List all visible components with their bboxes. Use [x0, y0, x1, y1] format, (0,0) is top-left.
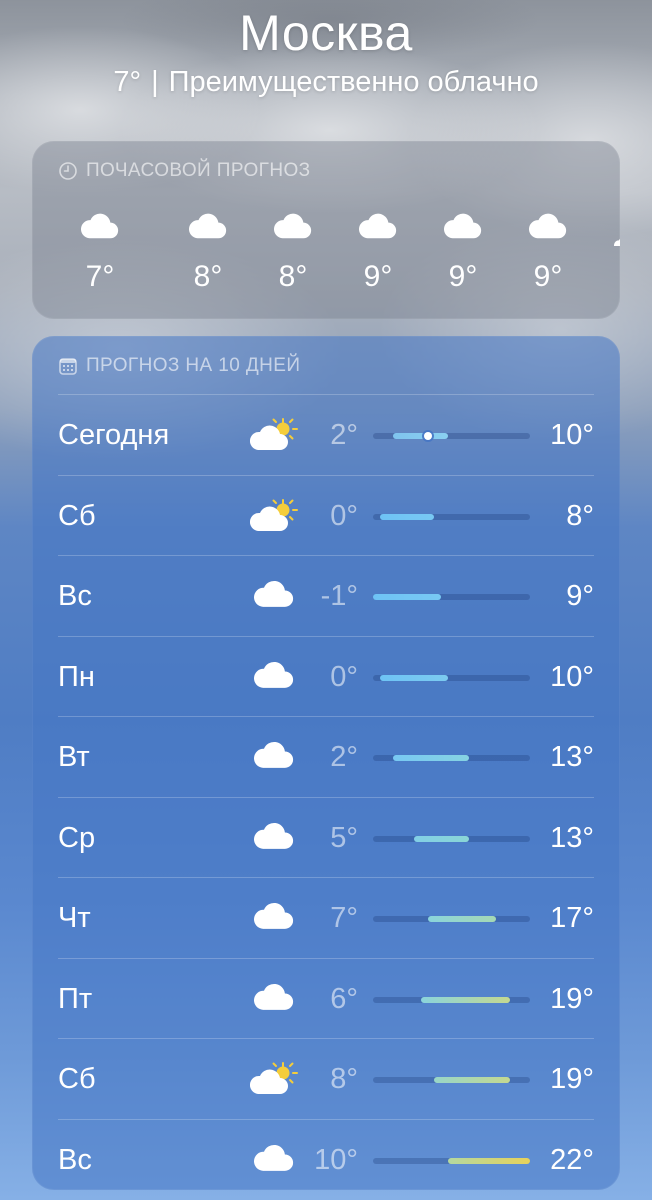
temperature-range-fill — [379, 513, 435, 520]
day-label: Пн — [58, 660, 95, 693]
daily-forecast-row[interactable]: Вт 2° 13° — [58, 716, 594, 797]
high-temperature: 19° — [550, 982, 594, 1015]
hourly-temperature: 9° — [363, 260, 393, 293]
day-label: Пт — [58, 982, 93, 1015]
hourly-temperature: 7° — [85, 260, 115, 293]
hourly-temperature: 9° — [533, 260, 563, 293]
hourly-item: 9° — [423, 203, 503, 295]
temperature-range-fill — [420, 996, 510, 1003]
temperature-range-bar — [373, 1157, 530, 1164]
day-label: Сб — [58, 1063, 96, 1095]
temperature-range-bar — [373, 432, 530, 440]
temperature-range-fill — [379, 674, 449, 681]
temperature-range-bar — [373, 594, 530, 600]
hourly-temperature: 9° — [448, 260, 478, 293]
hourly-forecast-header: ПОЧАСОВОЙ ПРОГНОЗ — [58, 158, 311, 184]
temperature-range-bar — [373, 835, 530, 842]
temperature-range-fill — [434, 1077, 510, 1083]
low-temperature: 8° — [330, 1063, 358, 1095]
low-temperature: 5° — [330, 821, 358, 854]
temperature-range-fill — [448, 1157, 530, 1164]
daily-forecast-row[interactable]: Ср 5° 13° — [58, 796, 594, 878]
day-label: Ср — [58, 821, 96, 854]
hourly-temperature: 8° — [193, 260, 223, 293]
day-label: Вс — [58, 580, 92, 612]
separator: | — [151, 66, 159, 98]
location-header: Москва 7° | Преимущественно облачно — [0, 4, 652, 100]
temperature-range-bar — [373, 996, 530, 1003]
temperature-range-fill — [393, 433, 449, 439]
daily-forecast-row[interactable]: Вс -1° 9° — [58, 555, 594, 636]
daily-forecast-row[interactable]: Пт 6° 19° — [58, 957, 594, 1039]
high-temperature: 10° — [550, 660, 594, 693]
calendar-icon — [58, 356, 78, 376]
cloud-icon — [338, 203, 418, 241]
cloud-icon — [168, 203, 248, 241]
low-temperature: -1° — [320, 580, 358, 612]
daily-forecast-row[interactable]: Сегодня 2° 10° — [58, 394, 594, 475]
high-temperature: 10° — [550, 419, 594, 451]
day-label: Вт — [58, 741, 90, 773]
temperature-range-fill — [373, 594, 442, 600]
daily-forecast-row[interactable]: Пн 0° 10° — [58, 635, 594, 717]
temperature-range-fill — [413, 835, 469, 842]
ten-day-forecast-header: ПРОГНОЗ НА 10 ДНЕЙ — [58, 353, 300, 379]
current-temperature-dot — [423, 432, 432, 440]
city-name: Москва — [239, 5, 413, 61]
high-temperature: 8° — [566, 499, 594, 532]
low-temperature: 0° — [330, 499, 358, 532]
high-temperature: 22° — [550, 1143, 594, 1176]
temperature-range-fill — [393, 755, 469, 761]
hourly-item: 8° — [253, 203, 333, 295]
temperature-range-bar — [373, 674, 530, 681]
low-temperature: 10° — [314, 1143, 358, 1176]
daily-forecast-list: Сегодня 2° 10° Сб 0° 8° Вс -1° 9° Пн 0° 10° Вт 2° 13° С… — [58, 394, 594, 1190]
low-temperature: 2° — [330, 419, 358, 451]
hourly-item: 9° — [508, 203, 588, 295]
current-temperature: 7° — [113, 66, 142, 98]
daily-forecast-row[interactable]: Сб 0° 8° — [58, 474, 594, 556]
hourly-forecast-list[interactable]: 7° 8° 8° 9° 9° 9° — [32, 203, 620, 313]
temperature-range-bar — [373, 916, 530, 922]
day-label: Вс — [58, 1143, 92, 1176]
hourly-item: 8° — [168, 203, 248, 295]
high-temperature: 13° — [550, 741, 594, 773]
hourly-temperature: 8° — [278, 260, 308, 293]
temperature-range-fill — [427, 916, 496, 922]
daily-forecast-row[interactable]: Сб 8° 19° — [58, 1038, 594, 1119]
cloud-icon — [508, 203, 588, 241]
low-temperature: 0° — [330, 660, 358, 693]
temperature-range-bar — [373, 1077, 530, 1083]
day-label: Чт — [58, 902, 91, 934]
day-label: Сегодня — [58, 419, 170, 451]
clock-icon — [58, 161, 78, 181]
cloud-icon — [253, 203, 333, 241]
daily-forecast-row[interactable]: Чт 7° 17° — [58, 877, 594, 958]
temperature-range-bar — [373, 755, 530, 761]
low-temperature: 6° — [330, 982, 358, 1015]
temperature-range-bar — [373, 513, 530, 520]
cloud-icon — [60, 203, 140, 241]
day-label: Сб — [58, 499, 96, 532]
ten-day-forecast-card[interactable]: ПРОГНОЗ НА 10 ДНЕЙ Сегодня 2° 10° Сб 0° 8° Вс -… — [32, 336, 620, 1190]
hourly-item: 7° — [60, 203, 140, 295]
high-temperature: 9° — [566, 580, 594, 612]
condition-text: Преимущественно облачно — [168, 66, 539, 98]
hourly-forecast-title: ПОЧАСОВОЙ ПРОГНОЗ — [86, 160, 311, 181]
high-temperature: 17° — [550, 902, 594, 934]
low-temperature: 2° — [330, 741, 358, 773]
next-hour-cloud-icon-partial — [614, 236, 620, 246]
current-conditions: 7° | Преимущественно облачно — [0, 64, 652, 100]
high-temperature: 19° — [550, 1063, 594, 1095]
hourly-forecast-card[interactable]: ПОЧАСОВОЙ ПРОГНОЗ 7° 8° 8° 9° 9° 9° — [32, 141, 620, 319]
hourly-item: 9° — [338, 203, 418, 295]
cloud-icon — [423, 203, 503, 241]
high-temperature: 13° — [550, 821, 594, 854]
ten-day-forecast-title: ПРОГНОЗ НА 10 ДНЕЙ — [86, 355, 301, 376]
daily-forecast-row[interactable]: Вс 10° 22° — [58, 1118, 594, 1191]
low-temperature: 7° — [330, 902, 358, 934]
